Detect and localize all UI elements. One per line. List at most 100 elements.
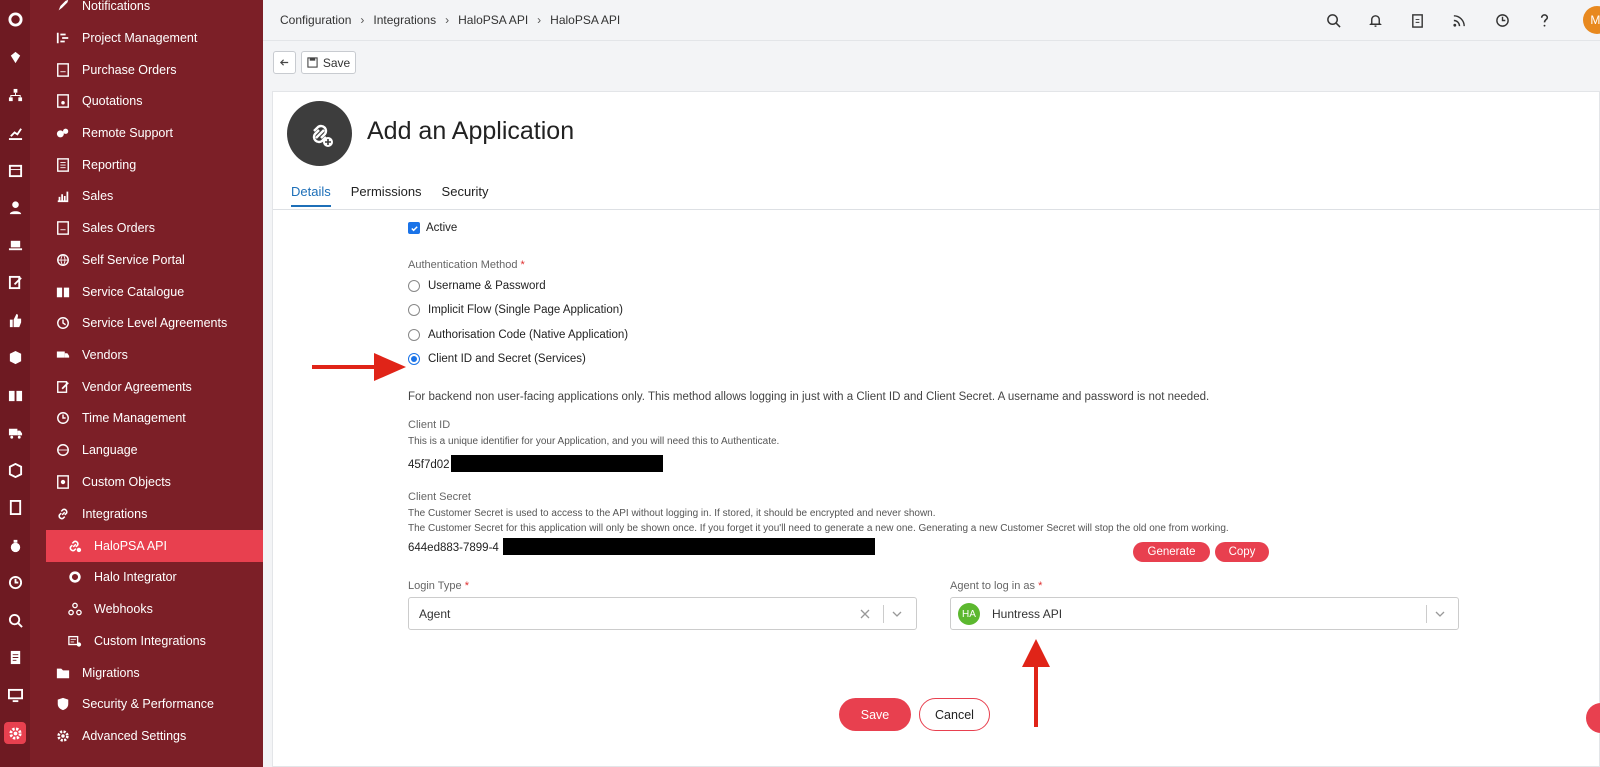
auth-option-authorisation-code[interactable]: Authorisation Code (Native Application) xyxy=(408,329,628,341)
annotation-arrow-right xyxy=(312,353,406,381)
bell-icon[interactable] xyxy=(1366,11,1384,29)
cube-icon[interactable] xyxy=(4,459,26,481)
search-icon[interactable] xyxy=(1324,11,1342,29)
truck-icon[interactable] xyxy=(4,421,26,443)
calendar-icon[interactable] xyxy=(4,159,26,181)
document-icon[interactable] xyxy=(4,496,26,518)
breadcrumb-integrations[interactable]: Integrations xyxy=(373,13,436,27)
breadcrumb-separator: › xyxy=(445,13,450,27)
sidebar-item-security-performance[interactable]: Security & Performance xyxy=(30,688,263,720)
sidebar-item-integrations[interactable]: Integrations xyxy=(30,498,263,530)
sidebar-item-service-catalogue[interactable]: Service Catalogue xyxy=(30,276,263,308)
chevron-down-icon[interactable] xyxy=(890,607,904,621)
box-icon[interactable] xyxy=(4,346,26,368)
sidebar-item-vendors[interactable]: Vendors xyxy=(30,339,263,371)
book-icon xyxy=(55,284,71,300)
back-button[interactable] xyxy=(273,51,296,74)
redaction-bar xyxy=(503,538,875,555)
money-bag-icon[interactable] xyxy=(4,534,26,556)
floppy-disk-icon xyxy=(307,57,318,68)
active-checkbox[interactable] xyxy=(408,222,420,234)
project-icon xyxy=(55,30,71,46)
client-secret-label: Client Secret xyxy=(408,491,471,503)
hierarchy-icon[interactable] xyxy=(4,84,26,106)
laptop-icon[interactable] xyxy=(4,234,26,256)
history-clock-icon[interactable] xyxy=(1493,11,1511,29)
application-form-panel: Add an Application Details Permissions S… xyxy=(272,91,1600,767)
user-icon[interactable] xyxy=(4,196,26,218)
sidebar-item-service-level-agreements[interactable]: Service Level Agreements xyxy=(30,307,263,339)
sidebar-item-language[interactable]: Language xyxy=(30,434,263,466)
rss-icon[interactable] xyxy=(1450,11,1468,29)
sidebar-item-migrations[interactable]: Migrations xyxy=(30,657,263,689)
sidebar-item-self-service-portal[interactable]: Self Service Portal xyxy=(30,244,263,276)
login-type-select[interactable]: Agent xyxy=(408,597,917,630)
page-title: Add an Application xyxy=(367,117,575,145)
clipboard-icon[interactable] xyxy=(1408,11,1426,29)
halo-logo-icon[interactable] xyxy=(4,8,26,30)
tab-details[interactable]: Details xyxy=(291,184,331,207)
breadcrumb-current: HaloPSA API xyxy=(550,13,621,27)
arrow-left-icon xyxy=(279,59,289,66)
sidebar-item-time-management[interactable]: Time Management xyxy=(30,402,263,434)
sidebar-item-halopsa-api[interactable]: HaloPSA API xyxy=(46,530,263,562)
toolbar-save-button[interactable]: Save xyxy=(301,51,356,74)
auth-option-username-password[interactable]: Username & Password xyxy=(408,280,546,292)
clock-icon[interactable] xyxy=(4,571,26,593)
sidebar-item-purchase-orders[interactable]: Purchase Orders xyxy=(30,54,263,86)
save-button[interactable]: Save xyxy=(839,698,911,731)
edit-icon[interactable] xyxy=(4,271,26,293)
chart-icon[interactable] xyxy=(4,121,26,143)
auth-option-implicit-flow[interactable]: Implicit Flow (Single Page Application) xyxy=(408,304,623,316)
settings-sidebar: Notifications Project Management Purchas… xyxy=(30,0,263,767)
sidebar-item-sales-orders[interactable]: Sales Orders xyxy=(30,212,263,244)
radio-button[interactable] xyxy=(408,329,420,341)
tab-divider xyxy=(273,209,1600,210)
sidebar-item-custom-integrations[interactable]: Custom Integrations xyxy=(30,625,263,657)
copy-button[interactable]: Copy xyxy=(1215,542,1269,562)
sidebar-item-notifications[interactable]: Notifications xyxy=(30,0,263,22)
sidebar-item-webhooks[interactable]: Webhooks xyxy=(30,593,263,625)
ticket-icon[interactable] xyxy=(4,46,26,68)
sales-chart-icon xyxy=(55,188,71,204)
radio-button[interactable] xyxy=(408,304,420,316)
breadcrumb-separator: › xyxy=(537,13,542,27)
sidebar-item-sales[interactable]: Sales xyxy=(30,180,263,212)
active-checkbox-row[interactable]: Active xyxy=(408,222,457,234)
sidebar-item-project-management[interactable]: Project Management xyxy=(30,22,263,54)
agent-select[interactable]: HA Huntress API xyxy=(950,597,1459,630)
auth-option-client-id-secret[interactable]: Client ID and Secret (Services) xyxy=(408,353,586,365)
purchase-order-icon xyxy=(55,62,71,78)
sidebar-item-advanced-settings[interactable]: Advanced Settings xyxy=(30,720,263,752)
toolbar: Save xyxy=(263,40,1600,82)
tab-security[interactable]: Security xyxy=(442,184,489,207)
webhook-icon xyxy=(67,601,83,617)
sidebar-item-halo-integrator[interactable]: Halo Integrator xyxy=(30,561,263,593)
radio-button[interactable] xyxy=(408,280,420,292)
book-icon[interactable] xyxy=(4,384,26,406)
monitor-icon[interactable] xyxy=(4,684,26,706)
sidebar-item-custom-objects[interactable]: Custom Objects xyxy=(30,466,263,498)
breadcrumb: Configuration › Integrations › HaloPSA A… xyxy=(280,13,620,27)
clear-icon[interactable] xyxy=(858,607,872,621)
chevron-down-icon[interactable] xyxy=(1433,607,1447,621)
auth-method-label: Authentication Method * xyxy=(408,259,525,271)
settings-icon[interactable] xyxy=(4,722,26,744)
breadcrumb-halopsa-api[interactable]: HaloPSA API xyxy=(458,13,528,27)
tab-permissions[interactable]: Permissions xyxy=(351,184,422,207)
help-icon[interactable] xyxy=(1535,11,1553,29)
cancel-button[interactable]: Cancel xyxy=(919,698,990,731)
thumbs-up-icon[interactable] xyxy=(4,309,26,331)
breadcrumb-configuration[interactable]: Configuration xyxy=(280,13,351,27)
report-icon[interactable] xyxy=(4,646,26,668)
sidebar-item-remote-support[interactable]: Remote Support xyxy=(30,117,263,149)
sidebar-item-quotations[interactable]: Quotations xyxy=(30,85,263,117)
quotation-icon xyxy=(55,93,71,109)
sidebar-item-vendor-agreements[interactable]: Vendor Agreements xyxy=(30,371,263,403)
generate-button[interactable]: Generate xyxy=(1133,542,1210,562)
shield-icon xyxy=(55,696,71,712)
sidebar-item-reporting[interactable]: Reporting xyxy=(30,149,263,181)
remote-support-icon xyxy=(55,125,71,141)
custom-object-icon xyxy=(55,474,71,490)
search-icon[interactable] xyxy=(4,609,26,631)
